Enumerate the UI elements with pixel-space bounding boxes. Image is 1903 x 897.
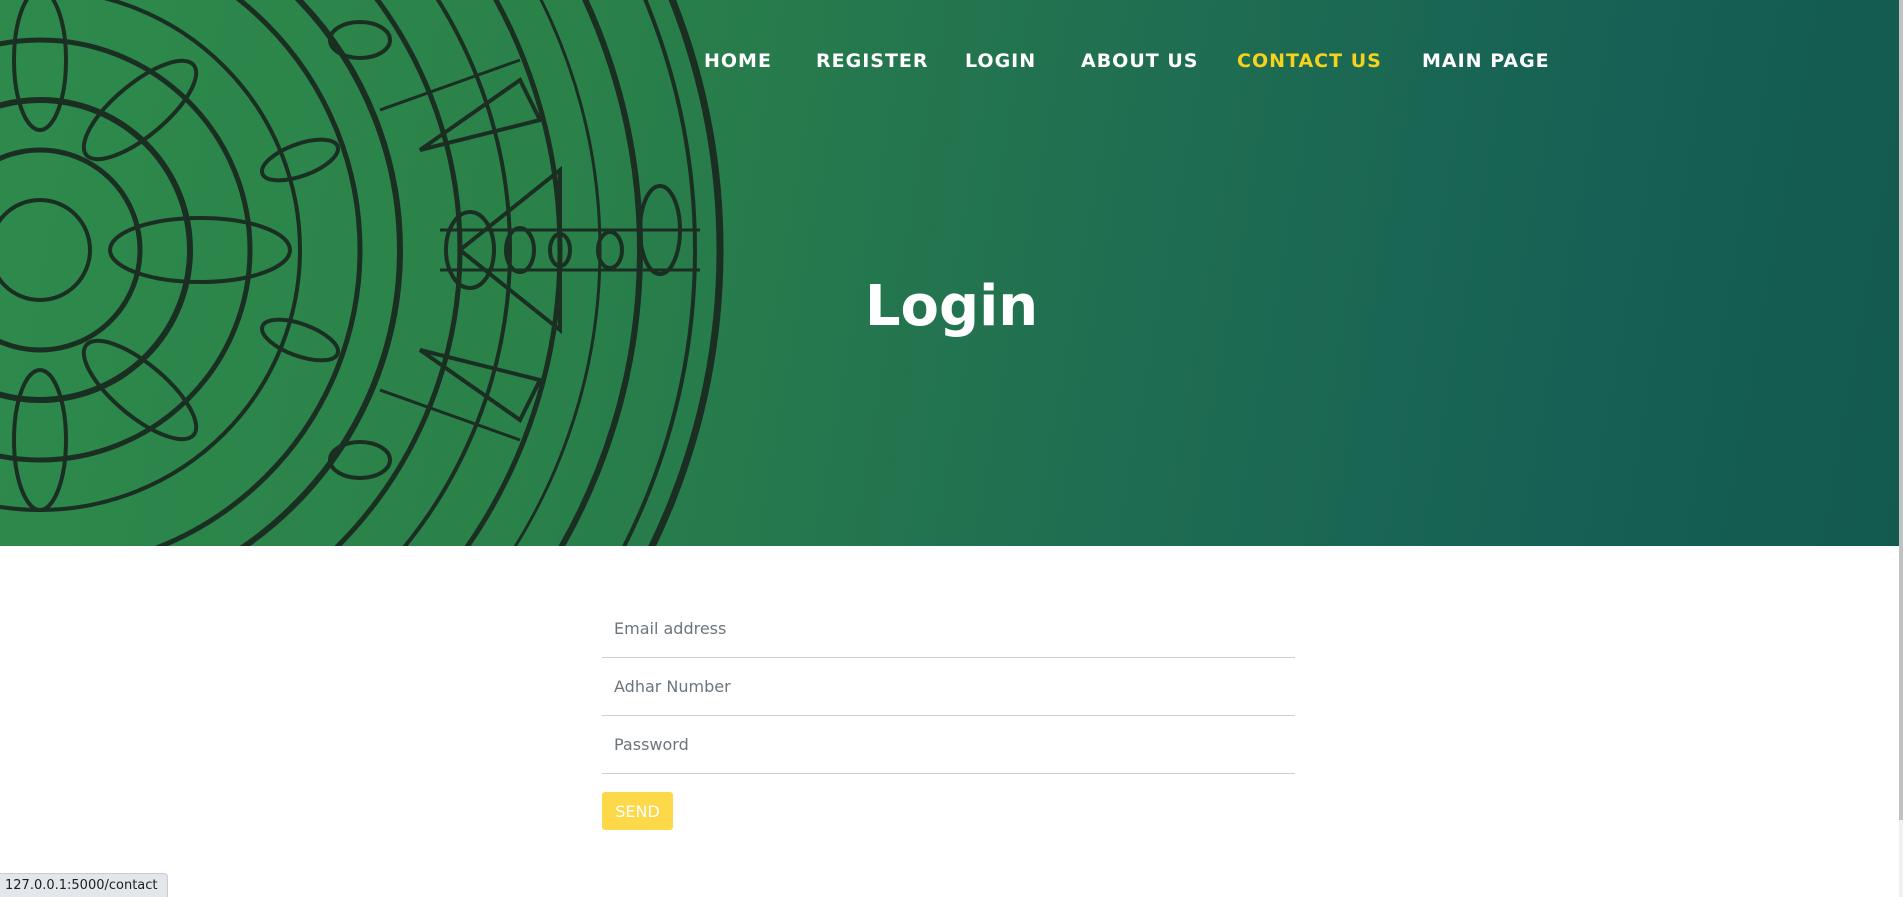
nav-about-us[interactable]: ABOUT US	[1081, 50, 1198, 72]
nav-contact-us[interactable]: CONTACT US	[1237, 50, 1382, 72]
nav-home[interactable]: HOME	[704, 50, 772, 72]
adhar-number-field[interactable]	[602, 658, 1295, 716]
password-field[interactable]	[602, 716, 1295, 774]
nav-main-page[interactable]: MAIN PAGE	[1422, 50, 1550, 72]
login-form: SEND	[602, 600, 1295, 830]
scrollbar-thumb[interactable]	[1899, 0, 1903, 820]
status-bar-url: 127.0.0.1:5000/contact	[0, 873, 168, 897]
hero-banner: HOME REGISTER LOGIN ABOUT US CONTACT US …	[0, 0, 1903, 546]
email-field[interactable]	[602, 600, 1295, 658]
nav-login[interactable]: LOGIN	[965, 50, 1036, 72]
page-title: Login	[864, 274, 1039, 339]
nav-register[interactable]: REGISTER	[816, 50, 929, 72]
main-nav: HOME REGISTER LOGIN ABOUT US CONTACT US …	[0, 50, 1903, 76]
send-button[interactable]: SEND	[602, 792, 673, 830]
